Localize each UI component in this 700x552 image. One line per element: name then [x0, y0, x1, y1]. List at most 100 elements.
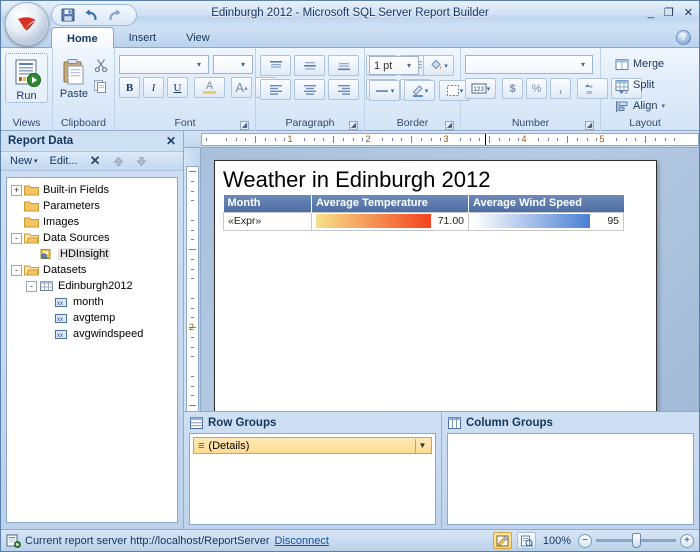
number-dialog-launcher[interactable]: ◢ — [585, 121, 594, 130]
paste-button[interactable]: Paste — [57, 53, 91, 101]
expander-icon[interactable]: - — [11, 232, 22, 244]
tree-node-edinburgh2012[interactable]: - Edinburgh2012 — [9, 278, 177, 294]
border-color-button[interactable]: ▾ — [404, 80, 435, 101]
tree-node-data-sources[interactable]: - Data Sources — [9, 230, 177, 246]
cell-average-wind-speed[interactable]: 95 — [468, 211, 624, 231]
report-builder-logo-icon — [18, 17, 36, 32]
tab-view[interactable]: View — [171, 27, 225, 48]
tree-node-datasets[interactable]: - Datasets — [9, 262, 177, 278]
column-header-average-temperature[interactable]: Average Temperature — [311, 195, 469, 212]
border-width-combobox[interactable]: 1 pt ▾ — [369, 56, 419, 75]
border-dialog-launcher[interactable]: ◢ — [445, 121, 454, 130]
border-color-icon — [412, 85, 423, 97]
column-header-average-wind-speed[interactable]: Average Wind Speed — [468, 195, 624, 212]
number-format-button[interactable]: 123 ▾ — [465, 78, 496, 99]
zoom-slider-thumb[interactable] — [632, 533, 641, 548]
zoom-out-button[interactable]: − — [578, 533, 592, 548]
report-data-tree[interactable]: + Built-in Fields Parameters Images - Da… — [6, 177, 178, 523]
column-header-month[interactable]: Month — [223, 195, 312, 212]
report-title-textbox[interactable]: Weather in Edinburgh 2012 — [223, 167, 656, 193]
expander-icon[interactable]: - — [26, 280, 37, 292]
fill-color-button[interactable]: ▾ — [423, 55, 454, 76]
italic-button[interactable]: I — [143, 77, 164, 98]
bold-button[interactable]: B — [119, 77, 140, 98]
tree-node-images[interactable]: Images — [9, 214, 177, 230]
row-groups-list[interactable]: ≡ (Details) ▼ — [189, 433, 436, 525]
maximize-button[interactable]: ❐ — [664, 8, 674, 19]
currency-button[interactable]: $ — [502, 78, 523, 99]
ruler-tick — [191, 385, 194, 387]
font-name-combobox[interactable]: ▾ — [119, 55, 209, 74]
page-edge-marker — [485, 134, 487, 145]
zoom-slider[interactable]: − + — [578, 533, 694, 548]
align-left-button[interactable] — [260, 79, 291, 100]
zoom-slider-track[interactable] — [596, 533, 676, 548]
run-button[interactable]: Run — [5, 53, 48, 103]
expander-icon[interactable]: - — [11, 264, 22, 276]
number-group-label-text: Number — [511, 117, 550, 129]
close-button[interactable]: ✕ — [684, 8, 693, 19]
move-up-button[interactable] — [108, 154, 129, 169]
horizontal-ruler-band: 1 2 3 4 5 — [201, 133, 699, 146]
tree-node-month[interactable]: xx month — [9, 294, 177, 310]
number-format-combobox[interactable]: ▾ — [465, 55, 593, 74]
ruler-tick — [342, 138, 344, 141]
help-button[interactable]: ? — [676, 30, 691, 45]
horizontal-ruler[interactable]: 1 2 3 4 5 — [184, 131, 699, 148]
align-right-button[interactable] — [328, 79, 359, 100]
new-button[interactable]: New ▾ — [5, 153, 43, 169]
print-preview-button[interactable] — [516, 532, 536, 549]
align-center-button[interactable] — [294, 79, 325, 100]
copy-button[interactable] — [91, 77, 110, 95]
ruler-tick — [191, 200, 194, 202]
zoom-in-button[interactable]: + — [680, 533, 694, 548]
disconnect-link[interactable]: Disconnect — [275, 535, 329, 547]
tree-node-avgwindspeed[interactable]: xx avgwindspeed — [9, 326, 177, 342]
redo-button[interactable] — [106, 7, 122, 23]
paragraph-dialog-launcher[interactable]: ◢ — [349, 121, 358, 130]
column-groups-list[interactable] — [447, 433, 694, 525]
line-style-button[interactable]: ▾ — [369, 80, 400, 101]
undo-button[interactable] — [83, 7, 99, 23]
cell-average-temperature[interactable]: 71.00 — [311, 211, 469, 231]
tree-node-built-in-fields[interactable]: + Built-in Fields — [9, 182, 177, 198]
cut-button[interactable] — [91, 56, 110, 74]
report-tablix[interactable]: Month Average Temperature Average Wind S… — [223, 195, 624, 231]
align-top-button[interactable] — [260, 55, 291, 76]
design-view-button[interactable] — [492, 532, 512, 549]
tree-node-parameters[interactable]: Parameters — [9, 198, 177, 214]
align-middle-button[interactable] — [294, 55, 325, 76]
font-color-button[interactable]: A — [194, 77, 225, 98]
percent-button[interactable]: % — [526, 78, 547, 99]
chevron-down-icon[interactable]: ▼ — [415, 438, 429, 453]
tab-home[interactable]: Home — [51, 27, 114, 48]
expander-icon[interactable]: + — [11, 184, 22, 196]
grow-font-button[interactable]: A ▴ — [231, 77, 252, 98]
align-bottom-button[interactable] — [328, 55, 359, 76]
font-size-combobox[interactable]: ▾ — [213, 55, 253, 74]
cell-month[interactable]: «Expr» — [223, 211, 312, 231]
split-button[interactable]: Split — [609, 75, 660, 95]
row-group-item-details[interactable]: ≡ (Details) ▼ — [193, 437, 432, 454]
move-down-button[interactable] — [131, 154, 152, 169]
tab-insert[interactable]: Insert — [114, 27, 172, 48]
tree-node-avgtemp[interactable]: xx avgtemp — [9, 310, 177, 326]
merge-button[interactable]: Merge — [609, 54, 670, 74]
office-orb-button[interactable] — [5, 2, 49, 46]
ruler-tick — [189, 405, 196, 406]
folder-icon — [24, 216, 40, 228]
comma-button[interactable]: , — [550, 78, 571, 99]
ruler-tick — [264, 138, 266, 141]
save-button[interactable] — [60, 7, 76, 23]
edit-button[interactable]: Edit... — [45, 153, 83, 169]
align-bottom-icon — [337, 62, 350, 70]
tree-node-hdinsight[interactable]: HDInsight — [9, 246, 177, 262]
minimize-button[interactable]: _ — [648, 8, 654, 19]
align-dropdown-button[interactable]: Align ▾ — [609, 96, 671, 116]
column-groups-header: Column Groups — [442, 412, 699, 433]
underline-button[interactable]: U — [167, 77, 188, 98]
font-dialog-launcher[interactable]: ◢ — [240, 121, 249, 130]
ruler-tick — [274, 138, 276, 141]
delete-button[interactable]: ✕ — [85, 152, 106, 170]
close-icon[interactable]: ✕ — [163, 134, 179, 148]
